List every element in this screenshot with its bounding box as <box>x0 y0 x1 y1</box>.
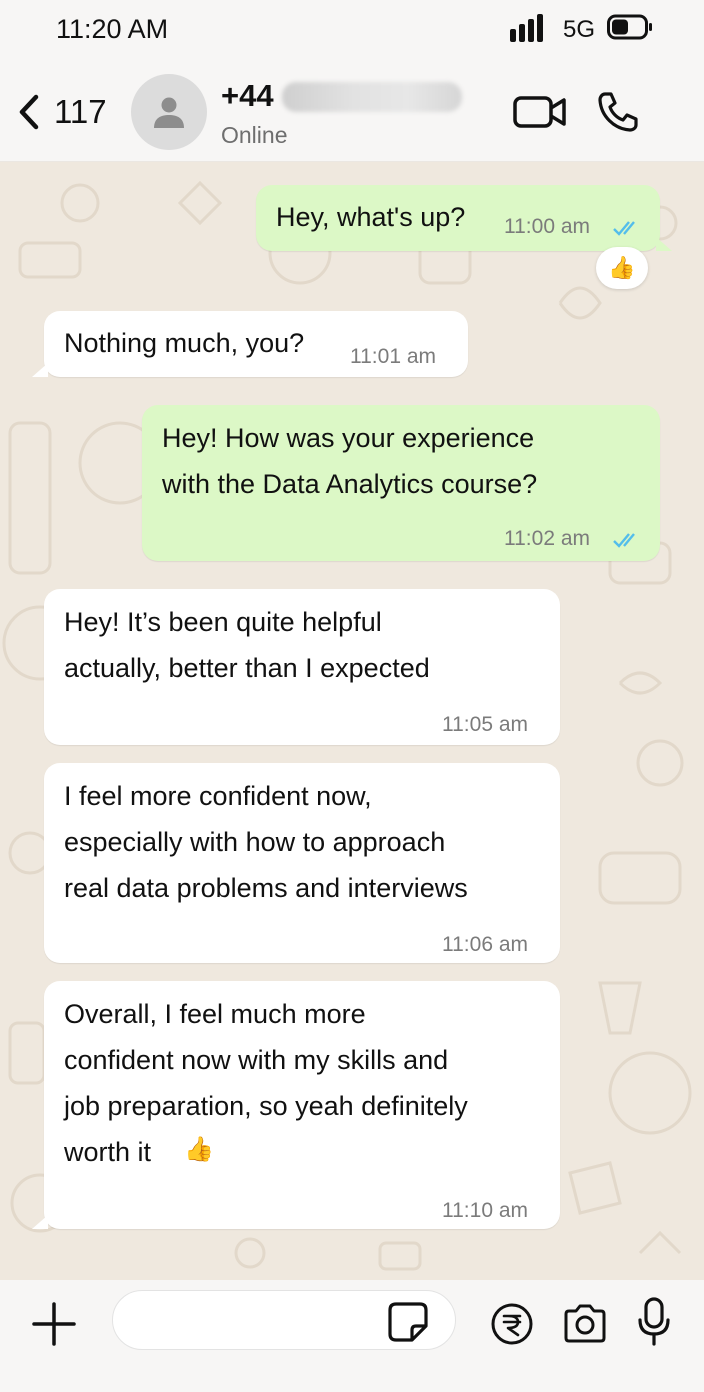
message-bubble-incoming[interactable]: Overall, I feel much more confident now … <box>32 981 560 1229</box>
contact-name[interactable]: +44 <box>221 78 274 114</box>
back-chevron-icon <box>19 94 39 130</box>
message-bubble-outgoing[interactable]: Hey, what's up? 11:00 am <box>256 185 672 251</box>
read-receipt-icon <box>613 221 635 236</box>
bubble-tail <box>32 363 48 377</box>
avatar[interactable] <box>131 74 207 150</box>
message-text: Hey! How was your experience with the Da… <box>162 423 538 499</box>
battery-icon <box>607 14 652 40</box>
message-text: Hey, what's up? <box>276 202 466 232</box>
camera-icon[interactable] <box>562 1302 608 1344</box>
message-bubble-incoming[interactable]: Hey! It’s been quite helpful actually, b… <box>44 589 560 745</box>
thumbs-up-icon: 👍 <box>608 255 636 280</box>
avatar-person-icon <box>154 97 184 128</box>
rupee-payment-icon[interactable] <box>490 1302 534 1346</box>
composer-bar <box>0 1280 704 1392</box>
message-bubble-outgoing[interactable]: Hey! How was your experience with the Da… <box>142 405 660 561</box>
unread-count: 117 <box>54 93 107 130</box>
microphone-icon[interactable] <box>636 1296 672 1348</box>
message-time: 11:00 am <box>504 215 590 238</box>
message-time: 11:10 am <box>442 1199 528 1222</box>
message-time: 11:05 am <box>442 713 528 736</box>
message-time: 11:01 am <box>350 345 436 368</box>
message-text: I feel more confident now, especially wi… <box>64 781 468 903</box>
message-time: 11:02 am <box>504 527 590 550</box>
thumbs-up-icon: 👍 <box>184 1136 214 1163</box>
message-list[interactable]: Hey, what's up? 11:00 am 👍 Nothing much,… <box>0 163 704 1280</box>
network-type-label: 5G <box>563 16 596 43</box>
message-text: Hey! It’s been quite helpful actually, b… <box>64 607 430 683</box>
status-bar: 11:20 AM 5G <box>0 0 704 62</box>
message-text: Overall, I feel much more confident now … <box>64 999 468 1167</box>
message-bubble-incoming[interactable]: Nothing much, you? 11:01 am <box>32 311 468 377</box>
chat-header: 117 +44 Online <box>0 62 704 162</box>
read-receipt-icon <box>613 533 635 548</box>
redacted-number <box>282 82 462 112</box>
message-text: Nothing much, you? <box>64 328 305 358</box>
message-bubble-incoming[interactable]: I feel more confident now, especially wi… <box>44 763 560 963</box>
signal-icon <box>510 14 543 42</box>
message-time: 11:06 am <box>442 933 528 956</box>
back-button[interactable]: 117 <box>10 84 120 140</box>
bubble-tail <box>656 237 672 251</box>
contact-status: Online <box>221 122 288 148</box>
plus-icon[interactable] <box>30 1300 78 1348</box>
sticker-icon[interactable] <box>386 1300 430 1344</box>
chat-screen: 11:20 AM 5G 117 +44 Online Hey, what's u… <box>0 0 704 1392</box>
phone-call-icon[interactable] <box>594 88 642 136</box>
reaction-badge[interactable]: 👍 <box>596 247 648 289</box>
bubble-tail <box>32 1215 48 1229</box>
status-time: 11:20 AM <box>56 14 169 44</box>
video-call-icon[interactable] <box>510 90 570 132</box>
